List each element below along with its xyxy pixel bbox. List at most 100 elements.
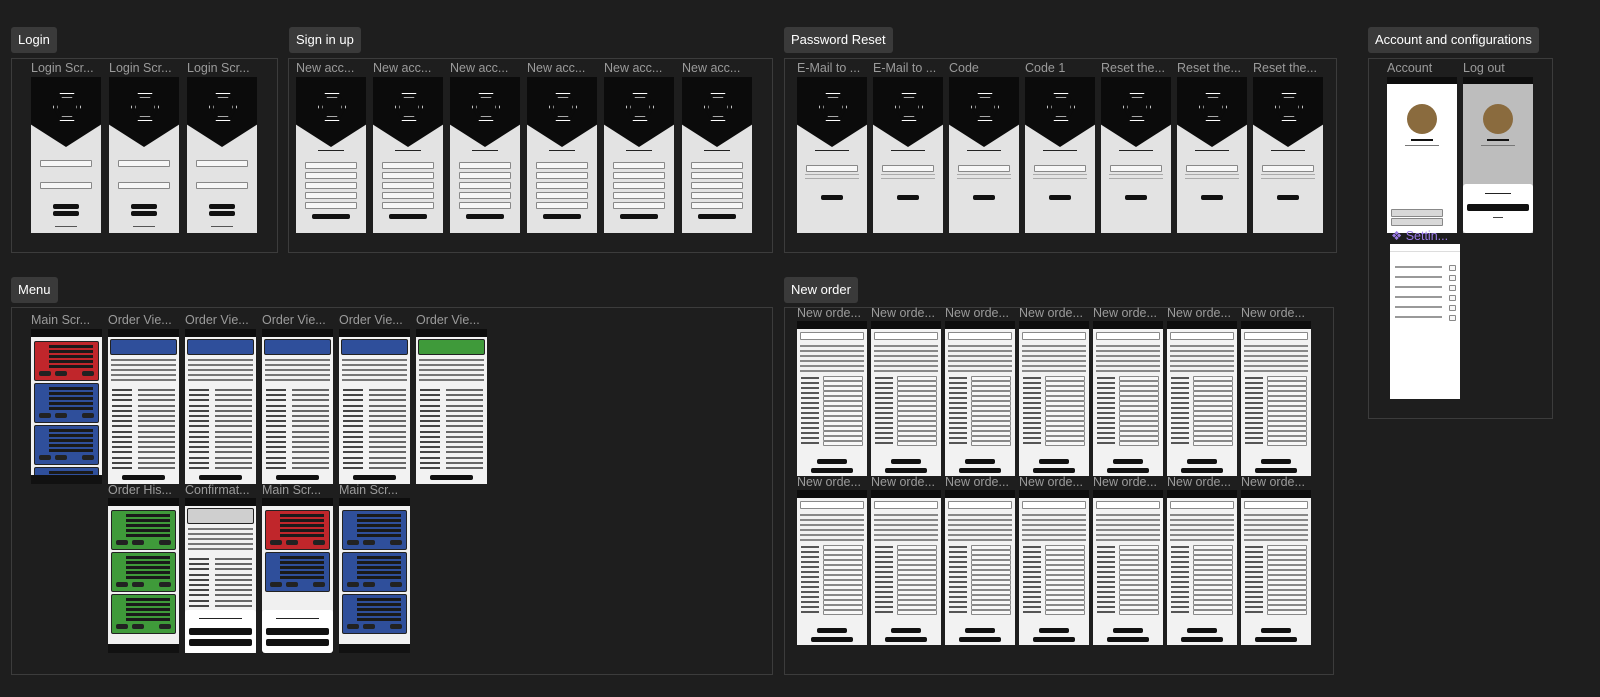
back-to-main-menu-button[interactable] [811, 468, 853, 473]
frame-title[interactable]: Order Vie... [262, 313, 334, 327]
frame-title[interactable]: New acc... [296, 61, 368, 75]
new-order-screen[interactable] [797, 490, 867, 645]
signup-field[interactable] [613, 172, 665, 179]
frame-title[interactable]: New orde... [945, 306, 1017, 320]
section-label-menu[interactable]: Menu [11, 277, 58, 303]
open-order-button[interactable] [965, 628, 995, 633]
new-order-screen[interactable] [945, 321, 1015, 476]
frame-title[interactable]: New orde... [1241, 306, 1313, 320]
section-label-login[interactable]: Login [11, 27, 57, 53]
new-order-screen[interactable] [1241, 490, 1311, 645]
back-to-main-menu-button[interactable] [1107, 637, 1149, 642]
setting-toggle[interactable] [1449, 295, 1456, 301]
signup-field[interactable] [382, 172, 434, 179]
open-order-button[interactable] [1113, 459, 1143, 464]
parts-button[interactable] [116, 540, 128, 545]
frame-title[interactable]: Order Vie... [416, 313, 488, 327]
signup-field[interactable] [613, 162, 665, 169]
job-card[interactable] [342, 552, 407, 592]
back-to-main-menu-button[interactable] [885, 468, 927, 473]
no-button[interactable] [266, 639, 329, 646]
open-order-button[interactable] [1261, 459, 1291, 464]
back-to-main-menu-button[interactable] [430, 475, 473, 480]
email-field[interactable] [1186, 165, 1238, 172]
back-to-main-menu-button[interactable] [122, 475, 165, 480]
account-screen[interactable] [1463, 77, 1533, 233]
forgot-password-link[interactable] [55, 226, 77, 227]
back-to-main-menu-button[interactable] [353, 475, 396, 480]
frame-title[interactable]: New acc... [682, 61, 754, 75]
frame-title[interactable]: Order Vie... [108, 313, 180, 327]
order-view-screen[interactable] [185, 329, 256, 484]
order-field[interactable] [1267, 441, 1307, 446]
search-input[interactable] [800, 332, 864, 340]
frame-title[interactable]: Main Scr... [31, 313, 103, 327]
details-button[interactable] [313, 582, 325, 587]
parts-button[interactable] [347, 540, 359, 545]
signup-field[interactable] [691, 182, 743, 189]
signup-screen[interactable] [682, 77, 752, 233]
logout-confirm-button[interactable] [1467, 204, 1529, 211]
back-to-main-menu-button[interactable] [811, 637, 853, 642]
job-card[interactable] [34, 341, 99, 381]
search-input[interactable] [874, 501, 938, 509]
frame-title[interactable]: Login Scr... [31, 61, 103, 75]
details-button[interactable] [390, 582, 402, 587]
open-order-button[interactable] [1261, 628, 1291, 633]
signup-field[interactable] [691, 162, 743, 169]
order-field[interactable] [1267, 610, 1307, 615]
signup-field[interactable] [459, 192, 511, 199]
email-field[interactable] [958, 165, 1010, 172]
frame-title[interactable]: New orde... [1019, 475, 1091, 489]
open-order-button[interactable] [1039, 459, 1069, 464]
signup-field[interactable] [536, 182, 588, 189]
bottom-nav-bar[interactable] [339, 644, 410, 653]
frame-title[interactable]: New orde... [945, 475, 1017, 489]
signup-field[interactable] [691, 202, 743, 209]
reset-screen[interactable] [873, 77, 943, 233]
logout-item[interactable] [1391, 218, 1443, 226]
back-to-main-menu-button[interactable] [959, 468, 1001, 473]
signup-field[interactable] [305, 182, 357, 189]
order-field[interactable] [1045, 610, 1085, 615]
search-input[interactable] [1244, 501, 1308, 509]
email-field[interactable] [1262, 165, 1314, 172]
signup-field[interactable] [536, 172, 588, 179]
username-field[interactable] [40, 160, 92, 167]
password-field[interactable] [40, 182, 92, 189]
new-order-screen[interactable] [945, 490, 1015, 645]
job-card[interactable] [111, 594, 176, 634]
signup-field[interactable] [305, 162, 357, 169]
signup-field[interactable] [613, 192, 665, 199]
email-field[interactable] [1034, 165, 1086, 172]
search-input[interactable] [1170, 332, 1234, 340]
order-field[interactable] [1193, 610, 1233, 615]
parts-button[interactable] [39, 371, 51, 376]
new-order-screen[interactable] [1093, 321, 1163, 476]
signup-field[interactable] [613, 182, 665, 189]
frame-title[interactable]: E-Mail to ... [873, 61, 945, 75]
job-card[interactable] [342, 594, 407, 634]
order-view-screen[interactable] [108, 329, 179, 484]
send-button[interactable] [1201, 195, 1223, 200]
frame-title[interactable]: New orde... [1241, 475, 1313, 489]
new-order-screen[interactable] [1093, 490, 1163, 645]
login-button[interactable] [131, 204, 157, 209]
job-button[interactable] [286, 540, 298, 545]
signup-field[interactable] [536, 162, 588, 169]
section-label-password-reset[interactable]: Password Reset [784, 27, 893, 53]
frame-title[interactable]: Main Scr... [339, 483, 411, 497]
search-input[interactable] [874, 332, 938, 340]
new-order-screen[interactable] [1167, 321, 1237, 476]
yes-button[interactable] [266, 628, 329, 635]
order-view-screen[interactable] [262, 329, 333, 484]
order-view-screen[interactable] [339, 329, 410, 484]
order-field[interactable] [971, 441, 1011, 446]
email-field[interactable] [882, 165, 934, 172]
job-card[interactable] [111, 510, 176, 550]
signup-field[interactable] [613, 202, 665, 209]
signup-screen[interactable] [450, 77, 520, 233]
setting-toggle[interactable] [1449, 275, 1456, 281]
back-to-main-menu-button[interactable] [1033, 468, 1075, 473]
job-card[interactable] [342, 510, 407, 550]
